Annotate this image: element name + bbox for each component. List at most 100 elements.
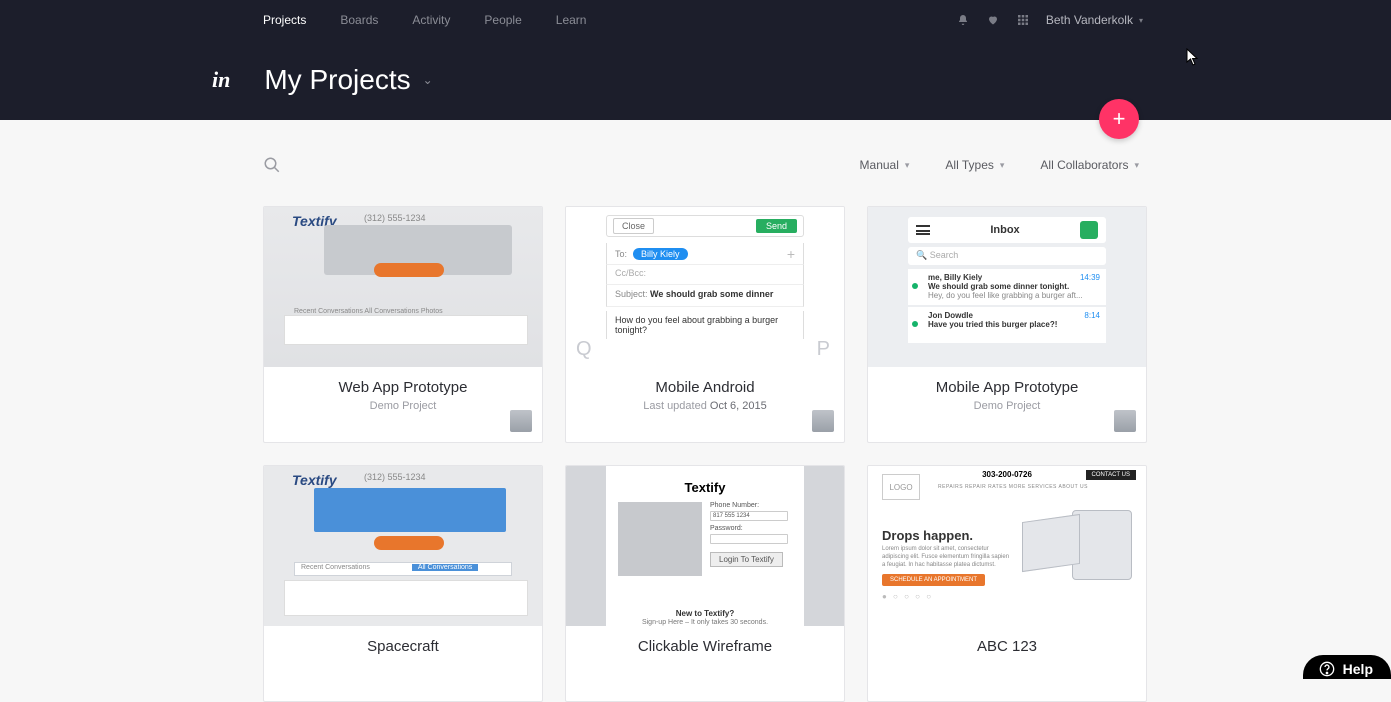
project-card[interactable]: Textify (312) 555-1234 Recent Conversati… — [263, 206, 543, 443]
thumb-tab-a: Recent Conversations — [301, 564, 370, 571]
project-card[interactable]: Inbox 🔍 Search 14:39 me, Billy Kiely We … — [867, 206, 1147, 443]
user-name: Beth Vanderkolk — [1046, 13, 1133, 27]
project-card-body: Clickable Wireframe — [566, 626, 844, 701]
thumb-dots: ● ○ ○ ○ ○ — [882, 592, 933, 601]
thumb-r2-subj: Have you tried this burger place?! — [928, 320, 1098, 329]
avatar — [510, 410, 532, 432]
nav-boards[interactable]: Boards — [340, 13, 378, 27]
chevron-down-icon: ⌄ — [423, 73, 433, 87]
thumb-foot1: New to Textify? — [606, 609, 804, 618]
chevron-down-icon: ▾ — [905, 160, 910, 171]
project-thumbnail: LOGO 303-200-0726 REPAIRS REPAIR RATES M… — [868, 466, 1146, 626]
thumb-lorem: Lorem ipsum dolor sit amet, consectetur … — [882, 546, 1012, 569]
thumb-phone: (312) 555-1234 — [364, 472, 426, 482]
avatar — [812, 410, 834, 432]
thumb-r2-time: 8:14 — [1084, 311, 1100, 320]
thumb-subject-value: We should grab some dinner — [650, 289, 773, 299]
sort-filter[interactable]: Manual ▾ — [860, 158, 910, 172]
top-nav: Projects Boards Activity People Learn Be… — [0, 0, 1391, 40]
thumb-search: Search — [930, 250, 959, 260]
edit-icon — [1080, 221, 1098, 239]
nav-activity[interactable]: Activity — [412, 13, 450, 27]
invision-logo[interactable]: in — [212, 67, 230, 93]
thumb-brand: Textify — [292, 472, 337, 488]
project-card-body: ABC 123 — [868, 626, 1146, 701]
top-nav-right: Beth Vanderkolk ▾ — [956, 0, 1143, 40]
types-label: All Types — [945, 158, 993, 172]
toolbar: Manual ▾ All Types ▾ All Collaborators ▾ — [0, 120, 1391, 174]
thumb-tab-b: All Conversations — [412, 564, 478, 571]
thumb-to-pill: Billy Kiely — [633, 248, 688, 260]
chevron-down-icon: ▾ — [1134, 160, 1139, 171]
plus-icon: + — [787, 246, 795, 262]
thumb-login: Login To Textify — [710, 552, 783, 567]
project-title: Spacecraft — [276, 638, 530, 655]
thumb-q: Q — [576, 338, 592, 361]
avatar — [1114, 410, 1136, 432]
page-title-dropdown[interactable]: My Projects ⌄ — [264, 64, 432, 96]
types-filter[interactable]: All Types ▾ — [945, 158, 1004, 172]
project-subtitle: Demo Project — [276, 400, 530, 412]
thumb-headline: Drops happen. — [882, 528, 973, 543]
help-button[interactable]: Help — [1303, 655, 1391, 679]
thumb-nav: REPAIRS REPAIR RATES MORE SERVICES ABOUT… — [938, 484, 1088, 490]
header-main: in My Projects ⌄ — [0, 40, 1391, 120]
thumb-phone: (312) 555-1234 — [364, 213, 426, 223]
add-project-button[interactable]: + — [1099, 99, 1139, 139]
chevron-down-icon: ▾ — [1000, 160, 1005, 171]
thumb-body: How do you feel about grabbing a burger … — [606, 311, 804, 339]
project-thumbnail: Inbox 🔍 Search 14:39 me, Billy Kiely We … — [868, 207, 1146, 367]
nav-people[interactable]: People — [484, 13, 521, 27]
bell-icon[interactable] — [956, 13, 970, 27]
project-card[interactable]: Textify (312) 555-1234 Recent Conversati… — [263, 465, 543, 702]
menu-icon — [916, 225, 930, 235]
thumb-r2-from: Jon Dowdle — [928, 311, 973, 320]
thumb-r1-time: 14:39 — [1080, 273, 1100, 282]
search-icon[interactable] — [263, 156, 281, 174]
thumb-cta: SCHEDULE AN APPOINTMENT — [882, 574, 985, 586]
project-title: Mobile Android — [578, 379, 832, 396]
thumb-send: Send — [756, 219, 797, 233]
projects-grid: Textify (312) 555-1234 Recent Conversati… — [0, 174, 1391, 702]
thumb-pw-label: Password: — [710, 525, 788, 532]
app-header: Projects Boards Activity People Learn Be… — [0, 0, 1391, 120]
heart-icon[interactable] — [986, 13, 1000, 27]
nav-learn[interactable]: Learn — [556, 13, 587, 27]
project-thumbnail: Textify (312) 555-1234 Recent Conversati… — [264, 207, 542, 367]
page-title: My Projects — [264, 64, 410, 96]
chevron-down-icon: ▾ — [1139, 16, 1143, 25]
nav-projects[interactable]: Projects — [263, 13, 306, 27]
project-card-body: Web App Prototype Demo Project — [264, 367, 542, 442]
thumb-inbox: Inbox — [990, 224, 1019, 236]
thumb-r1-subj: We should grab some dinner tonight. — [928, 282, 1098, 291]
thumb-r1-from: me, Billy Kiely — [928, 273, 982, 282]
project-card[interactable]: Textify Phone Number: 817 555 1234 Passw… — [565, 465, 845, 702]
thumb-cc: Cc/Bcc: — [606, 265, 804, 285]
project-card[interactable]: LOGO 303-200-0726 REPAIRS REPAIR RATES M… — [867, 465, 1147, 702]
thumb-to-label: To: — [615, 249, 627, 259]
project-title: Web App Prototype — [276, 379, 530, 396]
apps-icon[interactable] — [1016, 13, 1030, 27]
project-title: Mobile App Prototype — [880, 379, 1134, 396]
collaborators-label: All Collaborators — [1040, 158, 1128, 172]
thumb-p: P — [817, 338, 830, 361]
thumb-close: Close — [613, 218, 654, 234]
project-card-body: Mobile Android Last updated Oct 6, 2015 — [566, 367, 844, 442]
help-label: Help — [1343, 661, 1373, 677]
project-subtitle: Last updated Oct 6, 2015 — [578, 400, 832, 412]
project-thumbnail: Textify (312) 555-1234 Recent Conversati… — [264, 466, 542, 626]
filters: Manual ▾ All Types ▾ All Collaborators ▾ — [860, 158, 1139, 172]
thumb-subject-label: Subject: — [615, 289, 648, 299]
project-thumbnail: Close Send To: Billy Kiely + Cc/Bcc: Sub… — [566, 207, 844, 367]
project-title: ABC 123 — [880, 638, 1134, 655]
project-card-body: Spacecraft — [264, 626, 542, 701]
collaborators-filter[interactable]: All Collaborators ▾ — [1040, 158, 1139, 172]
thumb-brand: Textify — [606, 480, 804, 495]
sort-label: Manual — [860, 158, 899, 172]
thumb-r1-prev: Hey, do you feel like grabbing a burger … — [928, 291, 1098, 300]
project-title: Clickable Wireframe — [578, 638, 832, 655]
help-icon — [1319, 661, 1335, 677]
thumb-ph-val: 817 555 1234 — [710, 511, 788, 521]
user-menu[interactable]: Beth Vanderkolk ▾ — [1046, 13, 1143, 27]
project-card[interactable]: Close Send To: Billy Kiely + Cc/Bcc: Sub… — [565, 206, 845, 443]
